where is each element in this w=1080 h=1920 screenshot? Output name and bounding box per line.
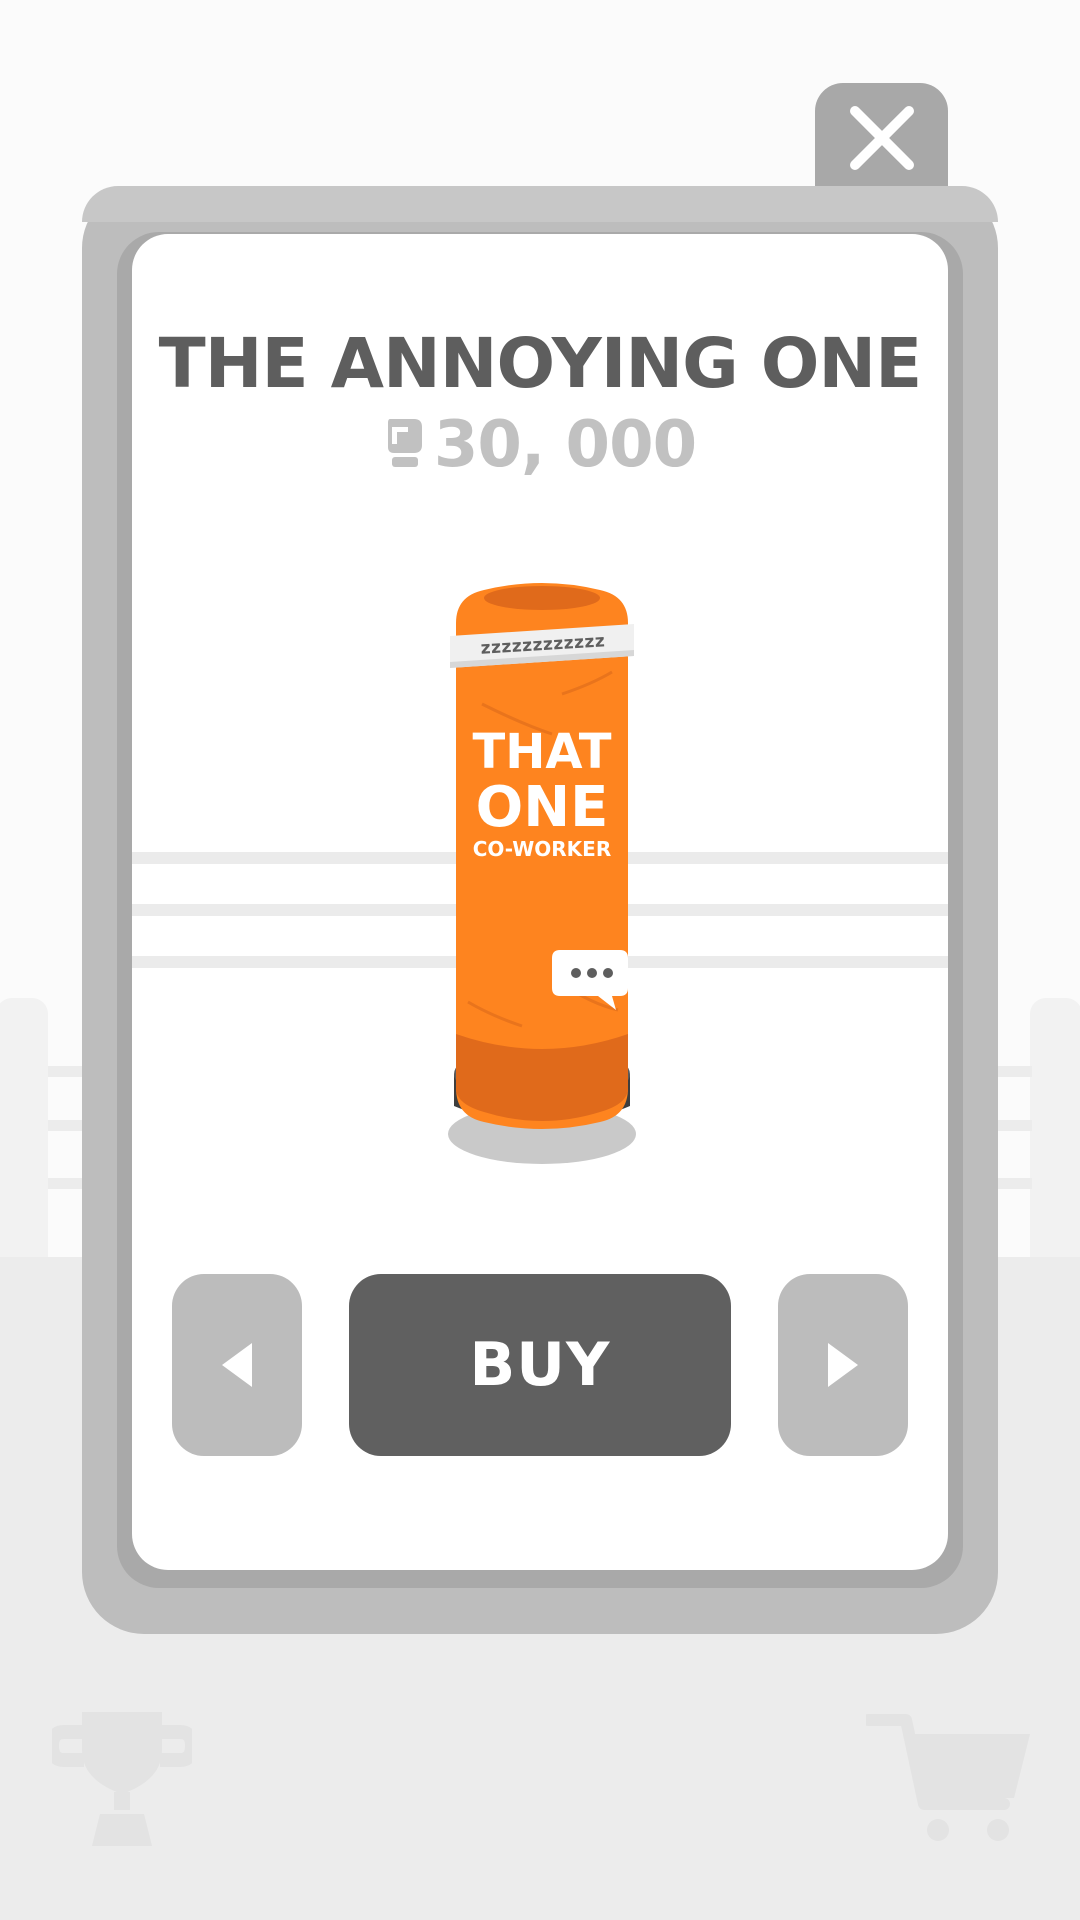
bag-label-line3: CO-WORKER bbox=[472, 837, 612, 861]
close-icon bbox=[850, 106, 914, 170]
ring-rope bbox=[992, 1120, 1032, 1131]
buy-button[interactable]: BUY bbox=[349, 1274, 731, 1456]
ring-rope bbox=[992, 1066, 1032, 1077]
next-item-button[interactable] bbox=[778, 1274, 908, 1456]
price: 30, 000 bbox=[132, 408, 948, 482]
bag-label-line1: THAT bbox=[472, 724, 612, 780]
speech-bubble-icon bbox=[578, 950, 579, 951]
modal-frame-rim bbox=[82, 186, 998, 222]
close-button[interactable] bbox=[815, 83, 948, 203]
price-value: 30, 000 bbox=[433, 408, 697, 482]
bag-label-line2: ONE bbox=[475, 775, 609, 840]
trophy-icon[interactable] bbox=[44, 1710, 200, 1850]
arrow-left-icon bbox=[222, 1343, 252, 1387]
shop-screen: THE ANNOYING ONE 30, 000 zzzzzzzzzzzz TH… bbox=[0, 0, 1080, 1920]
ring-post-right bbox=[1030, 998, 1080, 1257]
ring-post-left bbox=[0, 998, 48, 1257]
cart-icon[interactable] bbox=[862, 1712, 1030, 1848]
item-card: THE ANNOYING ONE 30, 000 zzzzzzzzzzzz TH… bbox=[132, 234, 948, 1570]
item-title: THE ANNOYING ONE bbox=[158, 324, 923, 404]
ring-rope bbox=[992, 1178, 1032, 1189]
arrow-right-icon bbox=[828, 1343, 858, 1387]
glove-icon bbox=[384, 415, 424, 475]
previous-item-button[interactable] bbox=[172, 1274, 302, 1456]
